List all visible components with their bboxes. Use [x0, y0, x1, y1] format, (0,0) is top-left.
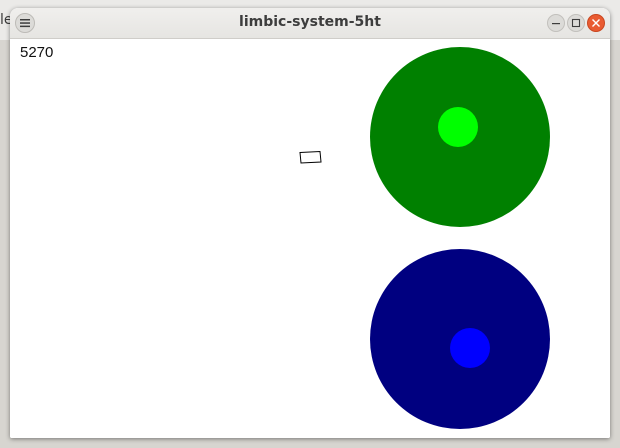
agent-robot — [299, 150, 322, 164]
upper-target-inner — [438, 107, 478, 147]
maximize-icon — [571, 18, 581, 28]
minimize-button[interactable] — [547, 14, 565, 32]
close-icon — [592, 19, 600, 27]
lower-target-inner — [450, 328, 490, 368]
app-window: limbic-system-5ht 5270 — [10, 8, 610, 438]
simulation-stage — [299, 47, 550, 429]
window-title: limbic-system-5ht — [239, 14, 381, 30]
maximize-button[interactable] — [567, 14, 585, 32]
score-counter: 5270 — [20, 44, 54, 61]
minimize-icon — [552, 23, 560, 25]
title-bar[interactable]: limbic-system-5ht — [10, 8, 610, 39]
simulation-canvas[interactable]: 5270 — [10, 39, 610, 438]
close-button[interactable] — [587, 14, 605, 32]
